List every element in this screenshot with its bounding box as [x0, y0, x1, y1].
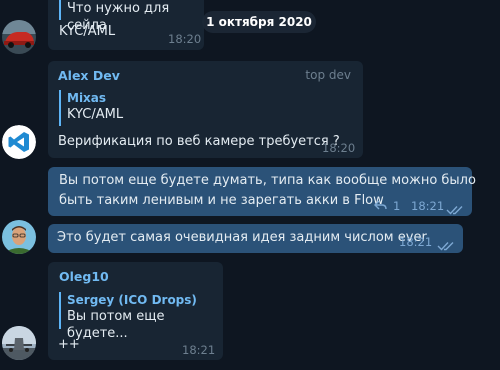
- date-separator: 1 октября 2020: [202, 11, 316, 33]
- sender-name[interactable]: Alex Dev: [58, 68, 120, 83]
- quote-author: Sergey (ICO Drops): [67, 293, 197, 307]
- user-photo-avatar[interactable]: [2, 220, 36, 254]
- message-text: ++: [58, 337, 80, 352]
- quote-text: Вы потом еще будете...: [67, 309, 165, 341]
- message-bubble-outgoing[interactable]: Это будет самая очевидная идея задним чи…: [48, 224, 463, 253]
- message-time: 18:20: [168, 32, 202, 46]
- member-role: top dev: [305, 68, 351, 82]
- double-check-icon: [437, 236, 455, 255]
- vscode-avatar[interactable]: [2, 125, 36, 159]
- message-bubble-outgoing[interactable]: Вы потом еще будете думать, типа как воо…: [48, 167, 476, 219]
- message-text: KYC/AML: [59, 24, 116, 39]
- message-time: 18:20: [322, 141, 356, 155]
- message-text-line: Вы потом еще будете думать, типа как воо…: [59, 173, 476, 188]
- message-bubble[interactable]: Oleg10 Sergey (ICO Drops) Вы потом еще б…: [48, 262, 223, 360]
- reply-arrow-icon[interactable]: [374, 199, 387, 213]
- message-time: 18:21: [399, 235, 433, 249]
- message-text: Верификация по веб камере требуется ?: [58, 134, 340, 149]
- message-bubble[interactable]: Alex Dev top dev Mixas KYC/AML Верификац…: [48, 61, 363, 158]
- message-time: 18:21: [182, 343, 216, 357]
- double-check-icon: [446, 200, 464, 219]
- car-avatar[interactable]: [2, 20, 36, 54]
- reply-quote[interactable]: Mixas KYC/AML: [59, 90, 123, 126]
- quote-text: KYC/AML: [67, 107, 124, 122]
- sender-name[interactable]: Oleg10: [59, 269, 109, 284]
- message-time: 18:21: [411, 199, 445, 213]
- message-bubble[interactable]: Что нужно для сейла KYC/AML 18:20: [48, 0, 204, 50]
- reply-count[interactable]: 1: [393, 199, 400, 213]
- quote-author: Mixas: [67, 91, 107, 105]
- aircraft-avatar[interactable]: [2, 326, 36, 360]
- message-text-line: быть таким ленивым и не зарегать акки в …: [59, 193, 384, 208]
- reply-quote[interactable]: Sergey (ICO Drops) Вы потом еще будете..…: [59, 292, 223, 341]
- message-text: Это будет самая очевидная идея задним чи…: [57, 230, 427, 245]
- chat-history[interactable]: Что нужно для сейла KYC/AML 18:20 1 октя…: [0, 0, 500, 370]
- reply-quote[interactable]: Что нужно для сейла: [59, 0, 204, 33]
